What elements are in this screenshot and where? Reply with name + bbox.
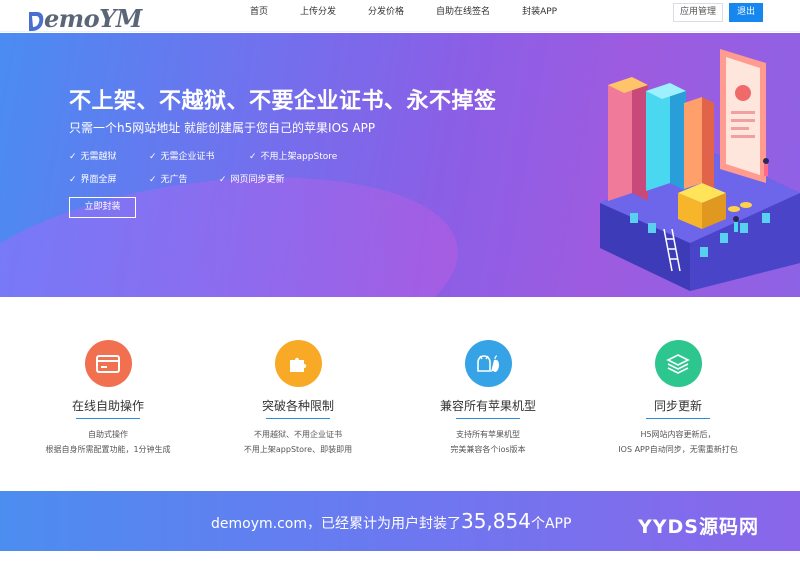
stats-text: demoym.com，已经累计为用户封装了35,854个APP bbox=[211, 509, 571, 533]
feature-card-self-service: 在线自助操作 自助式操作 根据自身所需配置功能，1分钟生成 bbox=[33, 340, 183, 457]
logout-button[interactable]: 退出 bbox=[729, 3, 763, 22]
apps-count: 35,854 bbox=[460, 509, 531, 533]
stats-band: demoym.com，已经累计为用户封装了35,854个APP YYDS源码网 bbox=[0, 491, 800, 551]
hero-banner: 不上架、不越狱、不要企业证书、永不掉签 只需一个h5网站地址 就能创建属于您自己… bbox=[0, 33, 800, 297]
check-icon: ✓ bbox=[149, 175, 157, 185]
hero-background-sweep bbox=[0, 147, 472, 297]
card-icon bbox=[84, 340, 132, 387]
card-desc-line: 不用上架appStore、即装即用 bbox=[243, 445, 353, 454]
title-underline bbox=[76, 418, 140, 419]
title-underline bbox=[456, 418, 520, 419]
nav-pricing[interactable]: 分发价格 bbox=[368, 0, 404, 26]
check-icon: ✓ bbox=[149, 152, 157, 162]
feature-no-enterprise-cert: ✓ 无需企业证书 bbox=[149, 152, 215, 162]
feature-fullscreen: ✓ 界面全屏 bbox=[69, 175, 117, 185]
stats-suffix: 个APP bbox=[530, 516, 572, 532]
hero-subtitle: 只需一个h5网站地址 就能创建属于您自己的苹果IOS APP bbox=[69, 121, 376, 135]
site-watermark: YYDS源码网 bbox=[638, 516, 759, 538]
card-title: 突破各种限制 bbox=[261, 399, 334, 413]
card-desc-line: IOS APP自动同步，无需重新打包 bbox=[618, 445, 738, 454]
feature-no-jailbreak: ✓ 无需越狱 bbox=[69, 152, 117, 162]
puzzle-icon bbox=[274, 340, 322, 387]
card-title: 同步更新 bbox=[653, 399, 702, 413]
title-underline bbox=[266, 418, 330, 419]
feature-card-sync-update: 同步更新 H5网站内容更新后， IOS APP自动同步，无需重新打包 bbox=[603, 340, 753, 457]
top-navbar: emoYM 首页 上传分发 分发价格 自助在线签名 封装APP 应用管理 退出 bbox=[0, 0, 800, 32]
nav-self-signing[interactable]: 自助在线签名 bbox=[436, 0, 490, 26]
card-desc-line: 完美兼容各个ios版本 bbox=[450, 445, 526, 454]
title-underline bbox=[646, 418, 710, 419]
feature-card-break-limits: 突破各种限制 不用越狱、不用企业证书 不用上架appStore、即装即用 bbox=[223, 340, 373, 457]
isometric-city-illustration bbox=[600, 49, 800, 291]
card-desc-line: 不用越狱、不用企业证书 bbox=[254, 430, 342, 439]
feature-no-ads: ✓ 无广告 bbox=[149, 175, 188, 185]
card-desc-line: H5网站内容更新后， bbox=[640, 430, 716, 439]
card-title: 兼容所有苹果机型 bbox=[439, 399, 536, 413]
stats-prefix: demoym.com，已经累计为用户封装了 bbox=[211, 516, 461, 532]
layers-icon bbox=[654, 340, 702, 387]
card-desc-line: 支持所有苹果机型 bbox=[456, 430, 520, 439]
card-desc-line: 根据自身所需配置功能，1分钟生成 bbox=[45, 445, 171, 454]
app-manage-button[interactable]: 应用管理 bbox=[673, 3, 723, 22]
feature-card-compatibility: 兼容所有苹果机型 支持所有苹果机型 完美兼容各个ios版本 bbox=[413, 340, 563, 457]
nav-home[interactable]: 首页 bbox=[250, 0, 268, 26]
nav-upload-distribute[interactable]: 上传分发 bbox=[300, 0, 336, 26]
main-nav: 首页 上传分发 分发价格 自助在线签名 封装APP bbox=[250, 0, 589, 26]
logo-text: emoYM bbox=[44, 4, 142, 33]
check-icon: ✓ bbox=[69, 152, 77, 162]
apple-android-icon bbox=[464, 340, 512, 387]
wrap-now-button[interactable]: 立即封装 bbox=[69, 197, 136, 218]
check-icon: ✓ bbox=[219, 175, 227, 185]
card-desc-line: 自助式操作 bbox=[88, 430, 128, 439]
check-icon: ✓ bbox=[249, 152, 257, 162]
card-title: 在线自助操作 bbox=[71, 399, 144, 413]
check-icon: ✓ bbox=[69, 175, 77, 185]
logo[interactable]: emoYM bbox=[28, 2, 142, 32]
nav-wrap-app[interactable]: 封装APP bbox=[522, 0, 557, 26]
logo-mark-icon bbox=[29, 12, 44, 31]
feature-no-appstore: ✓ 不用上架appStore bbox=[249, 152, 338, 162]
hero-title: 不上架、不越狱、不要企业证书、永不掉签 bbox=[69, 89, 497, 114]
feature-sync-update: ✓ 网页同步更新 bbox=[219, 175, 285, 185]
